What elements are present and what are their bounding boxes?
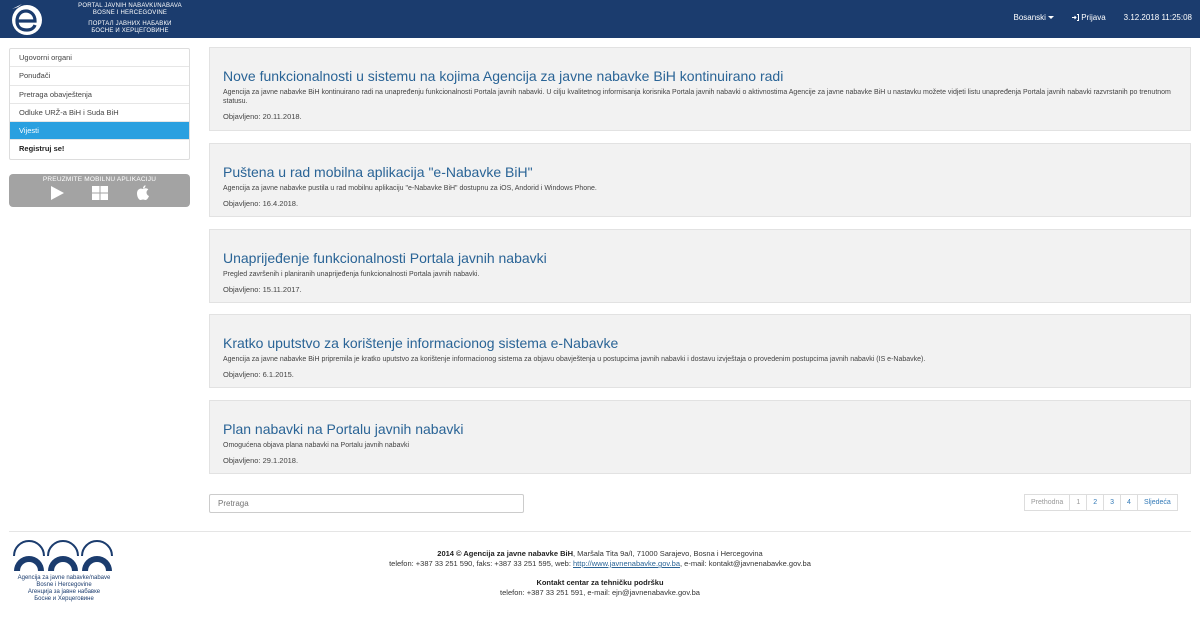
- news-description: Agencija za javne nabavke BiH pripremila…: [223, 356, 926, 363]
- news-title[interactable]: Puštena u rad mobilna aplikacija "e-Naba…: [223, 164, 1177, 180]
- news-title[interactable]: Plan nabavki na Portalu javnih nabavki: [223, 421, 1177, 437]
- news-date: Objavljeno: 29.1.2018.: [223, 456, 299, 465]
- footer-support-contact: telefon: +387 33 251 591, e-mail: ejn@ja…: [500, 588, 700, 597]
- search-input[interactable]: [209, 494, 524, 513]
- footer-contact-suffix: , e-mail: kontakt@javnenabavke.gov.ba: [680, 559, 811, 568]
- news-item: Plan nabavki na Portalu javnih nabavki O…: [209, 400, 1191, 474]
- header-right-nav: Bosanski Prijava 3.12.2018 11:25:08: [1013, 13, 1192, 22]
- news-date: Objavljeno: 6.1.2015.: [223, 370, 294, 379]
- sidebar-item-ponudjaci[interactable]: Ponuđači: [10, 67, 189, 86]
- language-label: Bosanski: [1013, 13, 1046, 22]
- pagination-page-1[interactable]: 1: [1069, 494, 1088, 511]
- footer-web-link[interactable]: http://www.javnenabavke.gov.ba: [573, 559, 680, 568]
- caret-down-icon: [1047, 16, 1054, 20]
- sidebar-item-pretraga-obavjestenja[interactable]: Pretraga obavještenja: [10, 86, 189, 104]
- news-description: Agencija za javne nabavke BiH kontinuira…: [223, 89, 1171, 105]
- footer-address: , Maršala Tita 9a/I, 71000 Sarajevo, Bos…: [573, 549, 763, 558]
- pagination-prev[interactable]: Prethodna: [1024, 494, 1071, 511]
- news-date: Objavljeno: 20.11.2018.: [223, 112, 302, 121]
- google-play-icon[interactable]: [48, 185, 66, 201]
- sidebar-item-vijesti[interactable]: Vijesti: [10, 122, 189, 141]
- pagination: Prethodna 1 2 3 4 Sljedeća: [1024, 494, 1178, 511]
- top-navbar: PORTAL JAVNIH NABAVKI/NABAVA BOSNE I HER…: [0, 0, 1200, 38]
- agency-logo-line2: Bosne i Hercegovine: [36, 582, 92, 588]
- mobile-app-box: PREUZMITE MOBILNU APLIKACIJU: [9, 173, 190, 207]
- agency-logo-text: Agencija za javne nabavke/nabave Bosne i…: [12, 575, 116, 603]
- footer-support-title: Kontakt centar za tehničku podršku: [536, 578, 664, 587]
- news-description: Pregled završenih i planiranih unaprijeđ…: [223, 271, 480, 278]
- news-title[interactable]: Nove funkcionalnosti u sistemu na kojima…: [223, 68, 1177, 84]
- apple-icon[interactable]: [134, 185, 152, 201]
- news-date: Objavljeno: 15.11.2017.: [223, 285, 302, 294]
- windows-icon[interactable]: [91, 185, 109, 201]
- pagination-page-3[interactable]: 3: [1103, 494, 1122, 511]
- portal-title-line2: BOSNE I HERCEGOVINE: [92, 10, 168, 16]
- sidebar: Ugovorni organi Ponuđači Pretraga obavje…: [9, 48, 190, 207]
- server-datetime: 3.12.2018 11:25:08: [1123, 13, 1192, 22]
- news-title[interactable]: Unaprijeđenje funkcionalnosti Portala ja…: [223, 250, 1177, 266]
- sidebar-menu: Ugovorni organi Ponuđači Pretraga obavje…: [9, 48, 190, 160]
- sidebar-item-ugovorni-organi[interactable]: Ugovorni organi: [10, 49, 189, 68]
- agency-logo-line4: Босне и Херцеговине: [34, 596, 94, 602]
- portal-logo-icon[interactable]: [8, 3, 48, 36]
- login-label: Prijava: [1081, 13, 1106, 22]
- news-item: Nove funkcionalnosti u sistemu na kojima…: [209, 47, 1191, 131]
- agency-logo-icon: [13, 540, 113, 571]
- agency-logo-line1: Agencija za javne nabavke/nabave: [17, 575, 111, 581]
- portal-title: PORTAL JAVNIH NABAVKI/NABAVA BOSNE I HER…: [60, 3, 200, 35]
- news-item: Kratko uputstvo za korištenje informacio…: [209, 314, 1191, 388]
- login-link[interactable]: Prijava: [1071, 13, 1106, 22]
- portal-title-cyr1: ПОРТАЛ ЈАВНИХ НАБАВКИ: [88, 21, 172, 27]
- footer-contact: 2014 © Agencija za javne nabavke BiH, Ma…: [260, 549, 940, 569]
- sidebar-item-registruj-se[interactable]: Registruj se!: [10, 140, 189, 158]
- news-item: Puštena u rad mobilna aplikacija "e-Naba…: [209, 143, 1191, 217]
- news-description: Agencija za javne nabavke pustila u rad …: [223, 185, 597, 192]
- sidebar-item-odluke[interactable]: Odluke URŽ-a BiH i Suda BiH: [10, 104, 189, 123]
- mobile-app-caption: PREUZMITE MOBILNU APLIKACIJU: [42, 175, 157, 183]
- footer-contact-prefix: telefon: +387 33 251 590, faks: +387 33 …: [389, 559, 573, 568]
- footer-copyright-line: 2014 © Agencija za javne nabavke BiH, Ma…: [260, 549, 940, 559]
- footer-support: Kontakt centar za tehničku podršku telef…: [260, 578, 940, 598]
- pagination-next[interactable]: Sljedeća: [1136, 494, 1178, 511]
- portal-title-line1: PORTAL JAVNIH NABAVKI/NABAVA: [78, 3, 182, 9]
- footer-divider: [9, 531, 1191, 532]
- language-dropdown[interactable]: Bosanski: [1013, 13, 1054, 22]
- store-icons: [9, 183, 190, 201]
- agency-logo: Agencija za javne nabavke/nabave Bosne i…: [12, 540, 116, 603]
- news-description: Omogućena objava plana nabavki na Portal…: [223, 442, 410, 449]
- news-title[interactable]: Kratko uputstvo za korištenje informacio…: [223, 335, 1177, 351]
- agency-logo-line3: Агенција за јавне набавке: [27, 589, 101, 595]
- portal-title-cyr2: БОСНЕ И ХЕРЦЕГОВИНЕ: [91, 28, 169, 34]
- footer-copyright: 2014 © Agencija za javne nabavke BiH: [437, 549, 574, 558]
- pagination-page-4[interactable]: 4: [1120, 494, 1138, 511]
- pagination-page-2[interactable]: 2: [1086, 494, 1105, 511]
- footer-phone-line: telefon: +387 33 251 590, faks: +387 33 …: [260, 559, 940, 569]
- news-date: Objavljeno: 16.4.2018.: [223, 199, 299, 208]
- sign-in-icon: [1071, 13, 1081, 22]
- news-item: Unaprijeđenje funkcionalnosti Portala ja…: [209, 229, 1191, 303]
